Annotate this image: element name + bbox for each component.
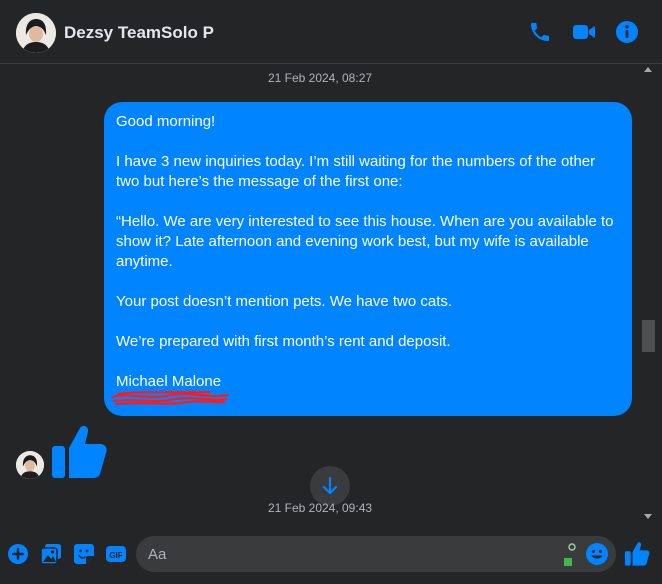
- video-camera-icon[interactable]: [572, 20, 596, 44]
- conversation-header: Dezsy TeamSolo P: [0, 0, 662, 64]
- scroll-up-arrow-icon[interactable]: [644, 67, 652, 72]
- scroll-to-bottom-button[interactable]: [310, 466, 350, 506]
- scroll-down-arrow-icon[interactable]: [644, 514, 652, 519]
- svg-text:GIF: GIF: [109, 551, 122, 560]
- contact-name[interactable]: Dezsy TeamSolo P: [64, 23, 214, 43]
- thread-scrollbar[interactable]: [640, 64, 657, 524]
- message-paragraph: I have 3 new inquiries today. I’m still …: [116, 153, 596, 190]
- scrollbar-thumb[interactable]: [642, 320, 655, 352]
- thumbs-up-icon: [50, 424, 108, 480]
- info-icon[interactable]: [615, 20, 639, 44]
- message-input[interactable]: [148, 536, 548, 572]
- message-paragraph: “Hello. We are very interested to see th…: [116, 213, 614, 270]
- timestamp: 21 Feb 2024, 08:27: [267, 71, 373, 85]
- sender-avatar[interactable]: [16, 451, 44, 479]
- image-icon[interactable]: [40, 543, 62, 565]
- message-composer: GIF: [0, 524, 662, 584]
- arrow-down-icon: [322, 476, 338, 495]
- plus-circle-icon[interactable]: [7, 543, 29, 565]
- sticker-icon[interactable]: [73, 543, 95, 565]
- message-paragraph: Good morning!: [116, 113, 216, 130]
- message-paragraph: We’re prepared with first month’s rent a…: [116, 333, 451, 350]
- contact-avatar[interactable]: [16, 13, 56, 53]
- thumbs-up-icon[interactable]: [624, 541, 650, 567]
- message-thread: 21 Feb 2024, 08:27 Good morning! I have …: [0, 64, 640, 524]
- redaction-scribble: [110, 390, 230, 406]
- message-bubble[interactable]: Good morning! I have 3 new inquiries tod…: [104, 102, 632, 416]
- gif-icon[interactable]: GIF: [105, 543, 127, 565]
- emoji-icon[interactable]: [585, 542, 609, 566]
- message-input-box[interactable]: [136, 536, 616, 572]
- timestamp: 21 Feb 2024, 09:43: [267, 501, 373, 515]
- message-paragraph: Your post doesn’t mention pets. We have …: [116, 293, 453, 310]
- phone-icon[interactable]: [528, 20, 552, 44]
- grammar-check-icon[interactable]: [563, 542, 577, 566]
